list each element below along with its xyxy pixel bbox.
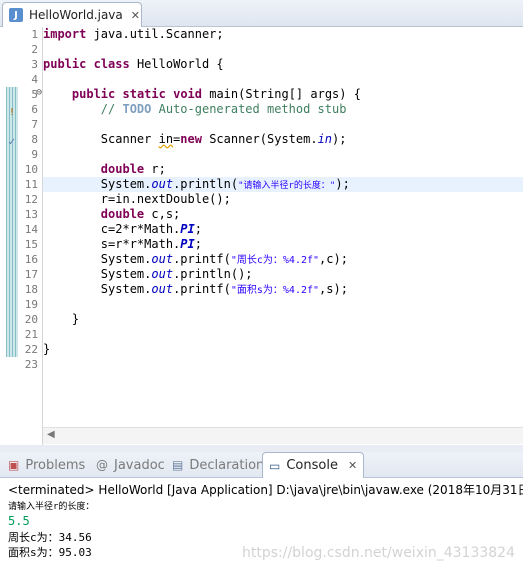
code-line-6: // TODO Auto-generated method stub bbox=[100, 102, 347, 116]
java-file-icon: J bbox=[9, 8, 23, 22]
editor-tab-helloworld[interactable]: J HelloWorld.java ✕ bbox=[2, 2, 142, 27]
editor-tab-bar: J HelloWorld.java ✕ bbox=[0, 0, 523, 27]
line-number: 14 bbox=[24, 223, 38, 236]
line-number: 6 bbox=[31, 103, 38, 116]
line-number: 13 bbox=[24, 208, 38, 221]
line-number: 23 bbox=[24, 358, 38, 371]
code-text-area[interactable]: import java.util.Scanner; public class H… bbox=[43, 27, 523, 427]
code-line-22: } bbox=[43, 342, 51, 356]
fold-collapse-icon[interactable]: ⊖ bbox=[36, 87, 42, 98]
code-line-20: } bbox=[43, 312, 80, 326]
line-number: 20 bbox=[24, 313, 38, 326]
code-line-15: s=r*r*Math.PI; bbox=[100, 237, 202, 251]
warning-marker-icon: ! bbox=[9, 106, 14, 118]
console-output[interactable]: <terminated> HelloWorld [Java Applicatio… bbox=[0, 478, 523, 569]
tab-javadoc[interactable]: @ Javadoc bbox=[96, 452, 165, 478]
line-number: 10 bbox=[24, 163, 38, 176]
line-number: 18 bbox=[24, 283, 38, 296]
tab-declaration[interactable]: ▤ Declaration bbox=[172, 452, 264, 478]
code-line-5: public static void main(String[] args) { bbox=[71, 87, 361, 101]
view-tab-bar: ▣ Problems @ Javadoc ▤ Declaration ▭ Con… bbox=[0, 452, 523, 478]
console-line: 请输入半径r的长度： bbox=[8, 502, 95, 512]
editor-tab-title: HelloWorld.java bbox=[29, 8, 123, 22]
watermark: https://blog.csdn.net/weixin_43133824 bbox=[241, 545, 515, 561]
close-icon[interactable]: ✕ bbox=[131, 9, 140, 22]
declaration-icon: ▤ bbox=[172, 458, 184, 472]
code-line-14: c=2*r*Math.PI; bbox=[100, 222, 202, 236]
overview-ruler bbox=[6, 87, 18, 357]
problems-icon: ▣ bbox=[8, 458, 20, 472]
code-line-10: double r; bbox=[100, 162, 166, 176]
line-number: 7 bbox=[31, 118, 38, 131]
line-number: 21 bbox=[24, 328, 38, 341]
line-number: 22 bbox=[24, 343, 38, 356]
line-number: 3 bbox=[31, 58, 38, 71]
code-line-1: import java.util.Scanner; bbox=[43, 27, 224, 41]
close-icon[interactable]: ✕ bbox=[348, 459, 357, 472]
tab-problems[interactable]: ▣ Problems bbox=[8, 452, 85, 478]
line-number: 8 bbox=[31, 133, 38, 146]
console-icon: ▭ bbox=[269, 458, 281, 473]
line-number: 11 bbox=[24, 178, 38, 191]
line-number: 19 bbox=[24, 298, 38, 311]
scroll-left-icon[interactable]: ◀ bbox=[47, 429, 55, 440]
code-line-13: double c,s; bbox=[100, 207, 181, 221]
line-number: 2 bbox=[31, 43, 38, 56]
code-line-17: System.out.println(); bbox=[100, 267, 253, 281]
pane-divider[interactable] bbox=[0, 445, 523, 452]
code-line-8: Scanner in=new Scanner(System.in); bbox=[100, 132, 347, 146]
line-number: 9 bbox=[31, 148, 38, 161]
code-line-16: System.out.printf("周长c为：%4.2f",c); bbox=[100, 252, 348, 266]
console-input-line: 5.5 bbox=[8, 514, 30, 528]
console-line: 周长c为：34.56 bbox=[8, 531, 92, 544]
code-line-18: System.out.printf("面积s为：%4.2f",s); bbox=[100, 282, 348, 296]
line-number: 4 bbox=[31, 73, 38, 86]
line-number: 15 bbox=[24, 238, 38, 251]
at-icon: @ bbox=[96, 458, 108, 472]
code-line-3: public class HelloWorld { bbox=[43, 57, 224, 71]
code-editor[interactable]: ! ✓ 1 2 3 4 5 6 7 8 9 10 11 12 13 14 15 … bbox=[0, 27, 523, 445]
line-number: 17 bbox=[24, 268, 38, 281]
code-line-11: System.out.println("请输入半径r的长度："); bbox=[43, 177, 523, 192]
line-number: 12 bbox=[24, 193, 38, 206]
code-line-12: r=in.nextDouble(); bbox=[100, 192, 231, 206]
line-number: 1 bbox=[31, 28, 38, 41]
tab-console[interactable]: ▭ Console ✕ bbox=[262, 452, 365, 478]
console-header: <terminated> HelloWorld [Java Applicatio… bbox=[8, 483, 523, 497]
console-line: 面积s为：95.03 bbox=[8, 546, 92, 559]
horizontal-scrollbar[interactable]: ◀ bbox=[43, 427, 523, 444]
line-number: 16 bbox=[24, 253, 38, 266]
lightbulb-icon bbox=[6, 136, 18, 148]
